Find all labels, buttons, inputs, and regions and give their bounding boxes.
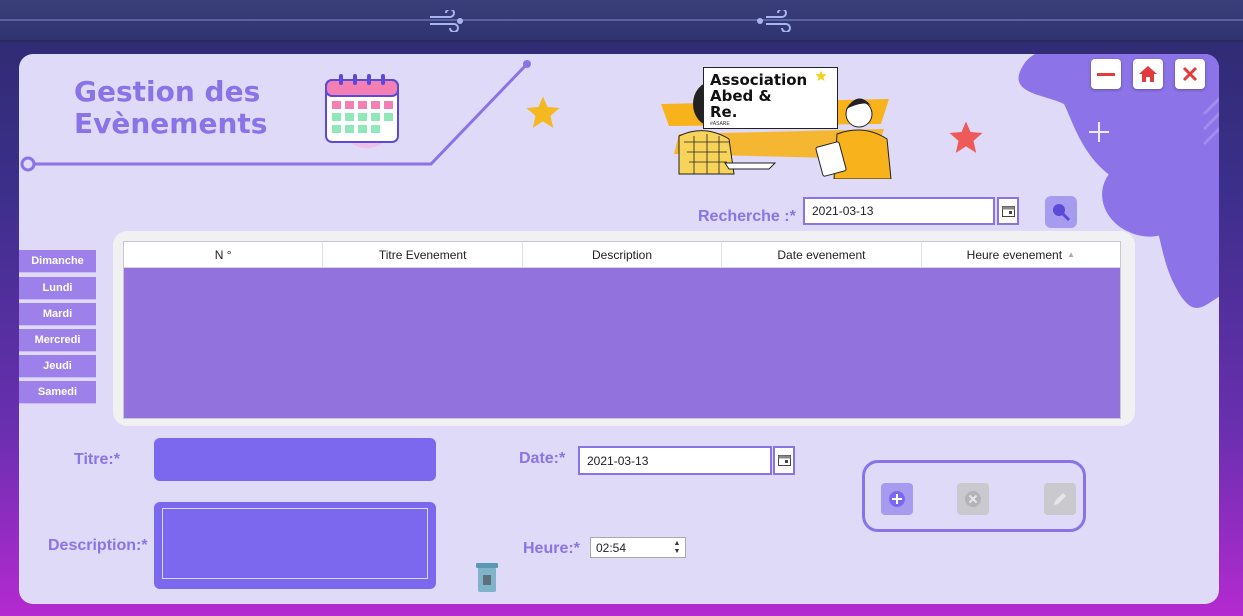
- day-button-dimanche[interactable]: Dimanche: [19, 250, 96, 273]
- date-picker-button[interactable]: [773, 446, 795, 475]
- wind-ornament-icon: [757, 10, 791, 32]
- edit-pencil-icon: [1054, 493, 1066, 505]
- search-label: Recherche :*: [698, 208, 796, 225]
- day-button-lundi[interactable]: Lundi: [19, 277, 96, 300]
- star-decoration-icon: [526, 96, 560, 128]
- heure-input[interactable]: 02:54 ▲ ▼: [590, 537, 686, 558]
- day-button-jeudi[interactable]: Jeudi: [19, 355, 96, 378]
- description-field[interactable]: [154, 502, 436, 589]
- events-table[interactable]: N ° Titre Evenement Description Date eve…: [123, 241, 1121, 419]
- calendar-icon: [325, 74, 399, 148]
- star-decoration-icon: [815, 70, 827, 81]
- heure-value: 02:54: [596, 541, 627, 555]
- search-button[interactable]: [1045, 196, 1077, 228]
- page-title: Gestion des Evènements: [74, 75, 268, 140]
- day-button-mardi[interactable]: Mardi: [19, 303, 96, 326]
- sort-ascending-icon: ▲: [1067, 250, 1075, 259]
- spinner-down-icon[interactable]: ▼: [674, 548, 681, 555]
- column-header-titre[interactable]: Titre Evenement: [323, 242, 523, 267]
- search-date-picker-button[interactable]: [997, 197, 1019, 225]
- cancel-icon: [965, 491, 981, 507]
- minimize-icon: [1097, 73, 1115, 76]
- logo-text: Association Abed & Re.: [710, 71, 808, 121]
- date-label: Date:*: [519, 450, 566, 467]
- wind-ornament-icon: [430, 10, 463, 32]
- top-band-line: [0, 19, 1243, 21]
- trash-icon[interactable]: [475, 561, 499, 593]
- close-icon: [1182, 66, 1198, 82]
- delete-event-button[interactable]: [957, 483, 989, 515]
- description-textarea[interactable]: [162, 508, 428, 579]
- description-label: Description:*: [48, 537, 148, 554]
- desktop-top-band: [0, 0, 1243, 42]
- date-picker-icon: [1001, 205, 1015, 217]
- main-window: Gestion des Evènements Association Abed …: [19, 54, 1219, 604]
- add-event-button[interactable]: [881, 483, 913, 515]
- column-header-date[interactable]: Date evenement: [722, 242, 922, 267]
- star-decoration-icon: [949, 121, 983, 153]
- column-header-heure[interactable]: Heure evenement ▲: [922, 242, 1120, 267]
- logo-subtext: #ASARE: [710, 121, 730, 127]
- spinner-up-icon[interactable]: ▲: [674, 540, 681, 547]
- column-header-description[interactable]: Description: [523, 242, 723, 267]
- home-icon: [1139, 66, 1157, 82]
- heure-label: Heure:*: [523, 540, 580, 557]
- titre-label: Titre:*: [74, 451, 120, 468]
- time-spinner[interactable]: ▲ ▼: [671, 539, 683, 556]
- day-button-samedi[interactable]: Samedi: [19, 381, 96, 404]
- add-icon: [889, 491, 905, 507]
- search-date-input[interactable]: 2021-03-13: [803, 197, 995, 225]
- home-button[interactable]: [1133, 59, 1163, 89]
- table-header: N ° Titre Evenement Description Date eve…: [124, 242, 1120, 268]
- search-icon: [1053, 204, 1071, 222]
- column-header-numero[interactable]: N °: [124, 242, 324, 267]
- minimize-button[interactable]: [1091, 59, 1121, 89]
- action-buttons-panel: [862, 460, 1086, 532]
- events-table-panel: N ° Titre Evenement Description Date eve…: [113, 231, 1135, 426]
- titre-input[interactable]: [154, 438, 436, 481]
- date-input[interactable]: 2021-03-13: [578, 446, 772, 475]
- edit-event-button[interactable]: [1044, 483, 1076, 515]
- date-picker-icon: [777, 455, 791, 466]
- close-button[interactable]: [1175, 59, 1205, 89]
- day-button-mercredi[interactable]: Mercredi: [19, 329, 96, 352]
